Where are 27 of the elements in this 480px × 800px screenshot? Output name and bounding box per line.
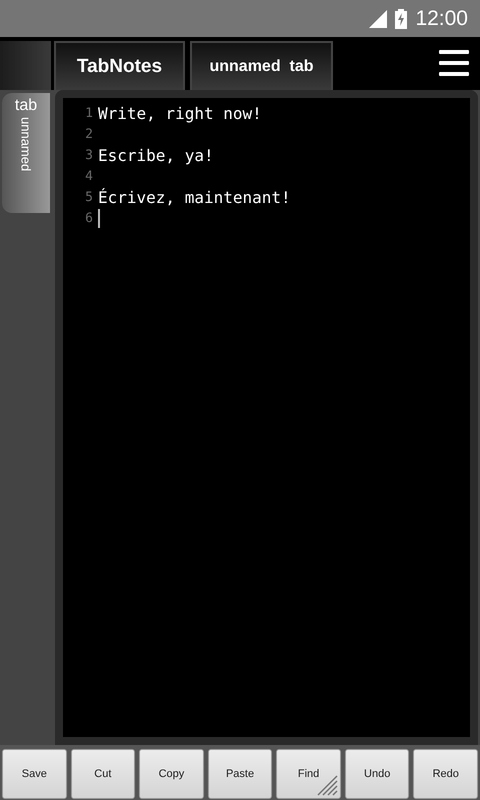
toolbar-button[interactable]: Paste bbox=[208, 749, 272, 799]
toolbar-button[interactable]: Cut bbox=[70, 749, 136, 799]
line-number: 1 bbox=[84, 106, 93, 121]
line-number: 4 bbox=[84, 169, 93, 184]
clock-time: 12:00 bbox=[415, 6, 468, 30]
editor-line: Write, right now! bbox=[98, 104, 262, 123]
editor-line: Écrivez, maintenant! bbox=[98, 188, 291, 207]
toolbar-button[interactable]: Copy bbox=[139, 749, 204, 799]
battery-charging-icon bbox=[395, 8, 408, 28]
toolbar-button[interactable]: Undo bbox=[344, 749, 410, 799]
line-number: 6 bbox=[84, 211, 93, 226]
tab[interactable]: TabNotes bbox=[54, 41, 185, 90]
side-tab-subtitle: unnamed bbox=[18, 117, 34, 172]
toolbar-button[interactable]: Find bbox=[276, 749, 341, 799]
menu-icon[interactable] bbox=[439, 50, 469, 76]
toolbar-button[interactable]: Save bbox=[2, 749, 67, 799]
line-number: 2 bbox=[84, 127, 93, 142]
toolbar-button[interactable]: Redo bbox=[413, 749, 478, 799]
side-tab-title: tab bbox=[14, 97, 38, 115]
line-number: 5 bbox=[84, 190, 93, 205]
editor-line: Escribe, ya! bbox=[98, 146, 214, 165]
side-tab[interactable]: tab unnamed bbox=[2, 93, 50, 213]
text-editor[interactable]: 1 Write, right now! 2 3 Escribe, ya! 4 5 Écrivez, maintenant! 6 bbox=[63, 98, 470, 737]
signal-icon bbox=[369, 10, 388, 28]
line-number: 3 bbox=[84, 148, 93, 163]
tab-bar-corner bbox=[0, 41, 51, 90]
tab[interactable]: unnamed tab bbox=[190, 41, 333, 90]
